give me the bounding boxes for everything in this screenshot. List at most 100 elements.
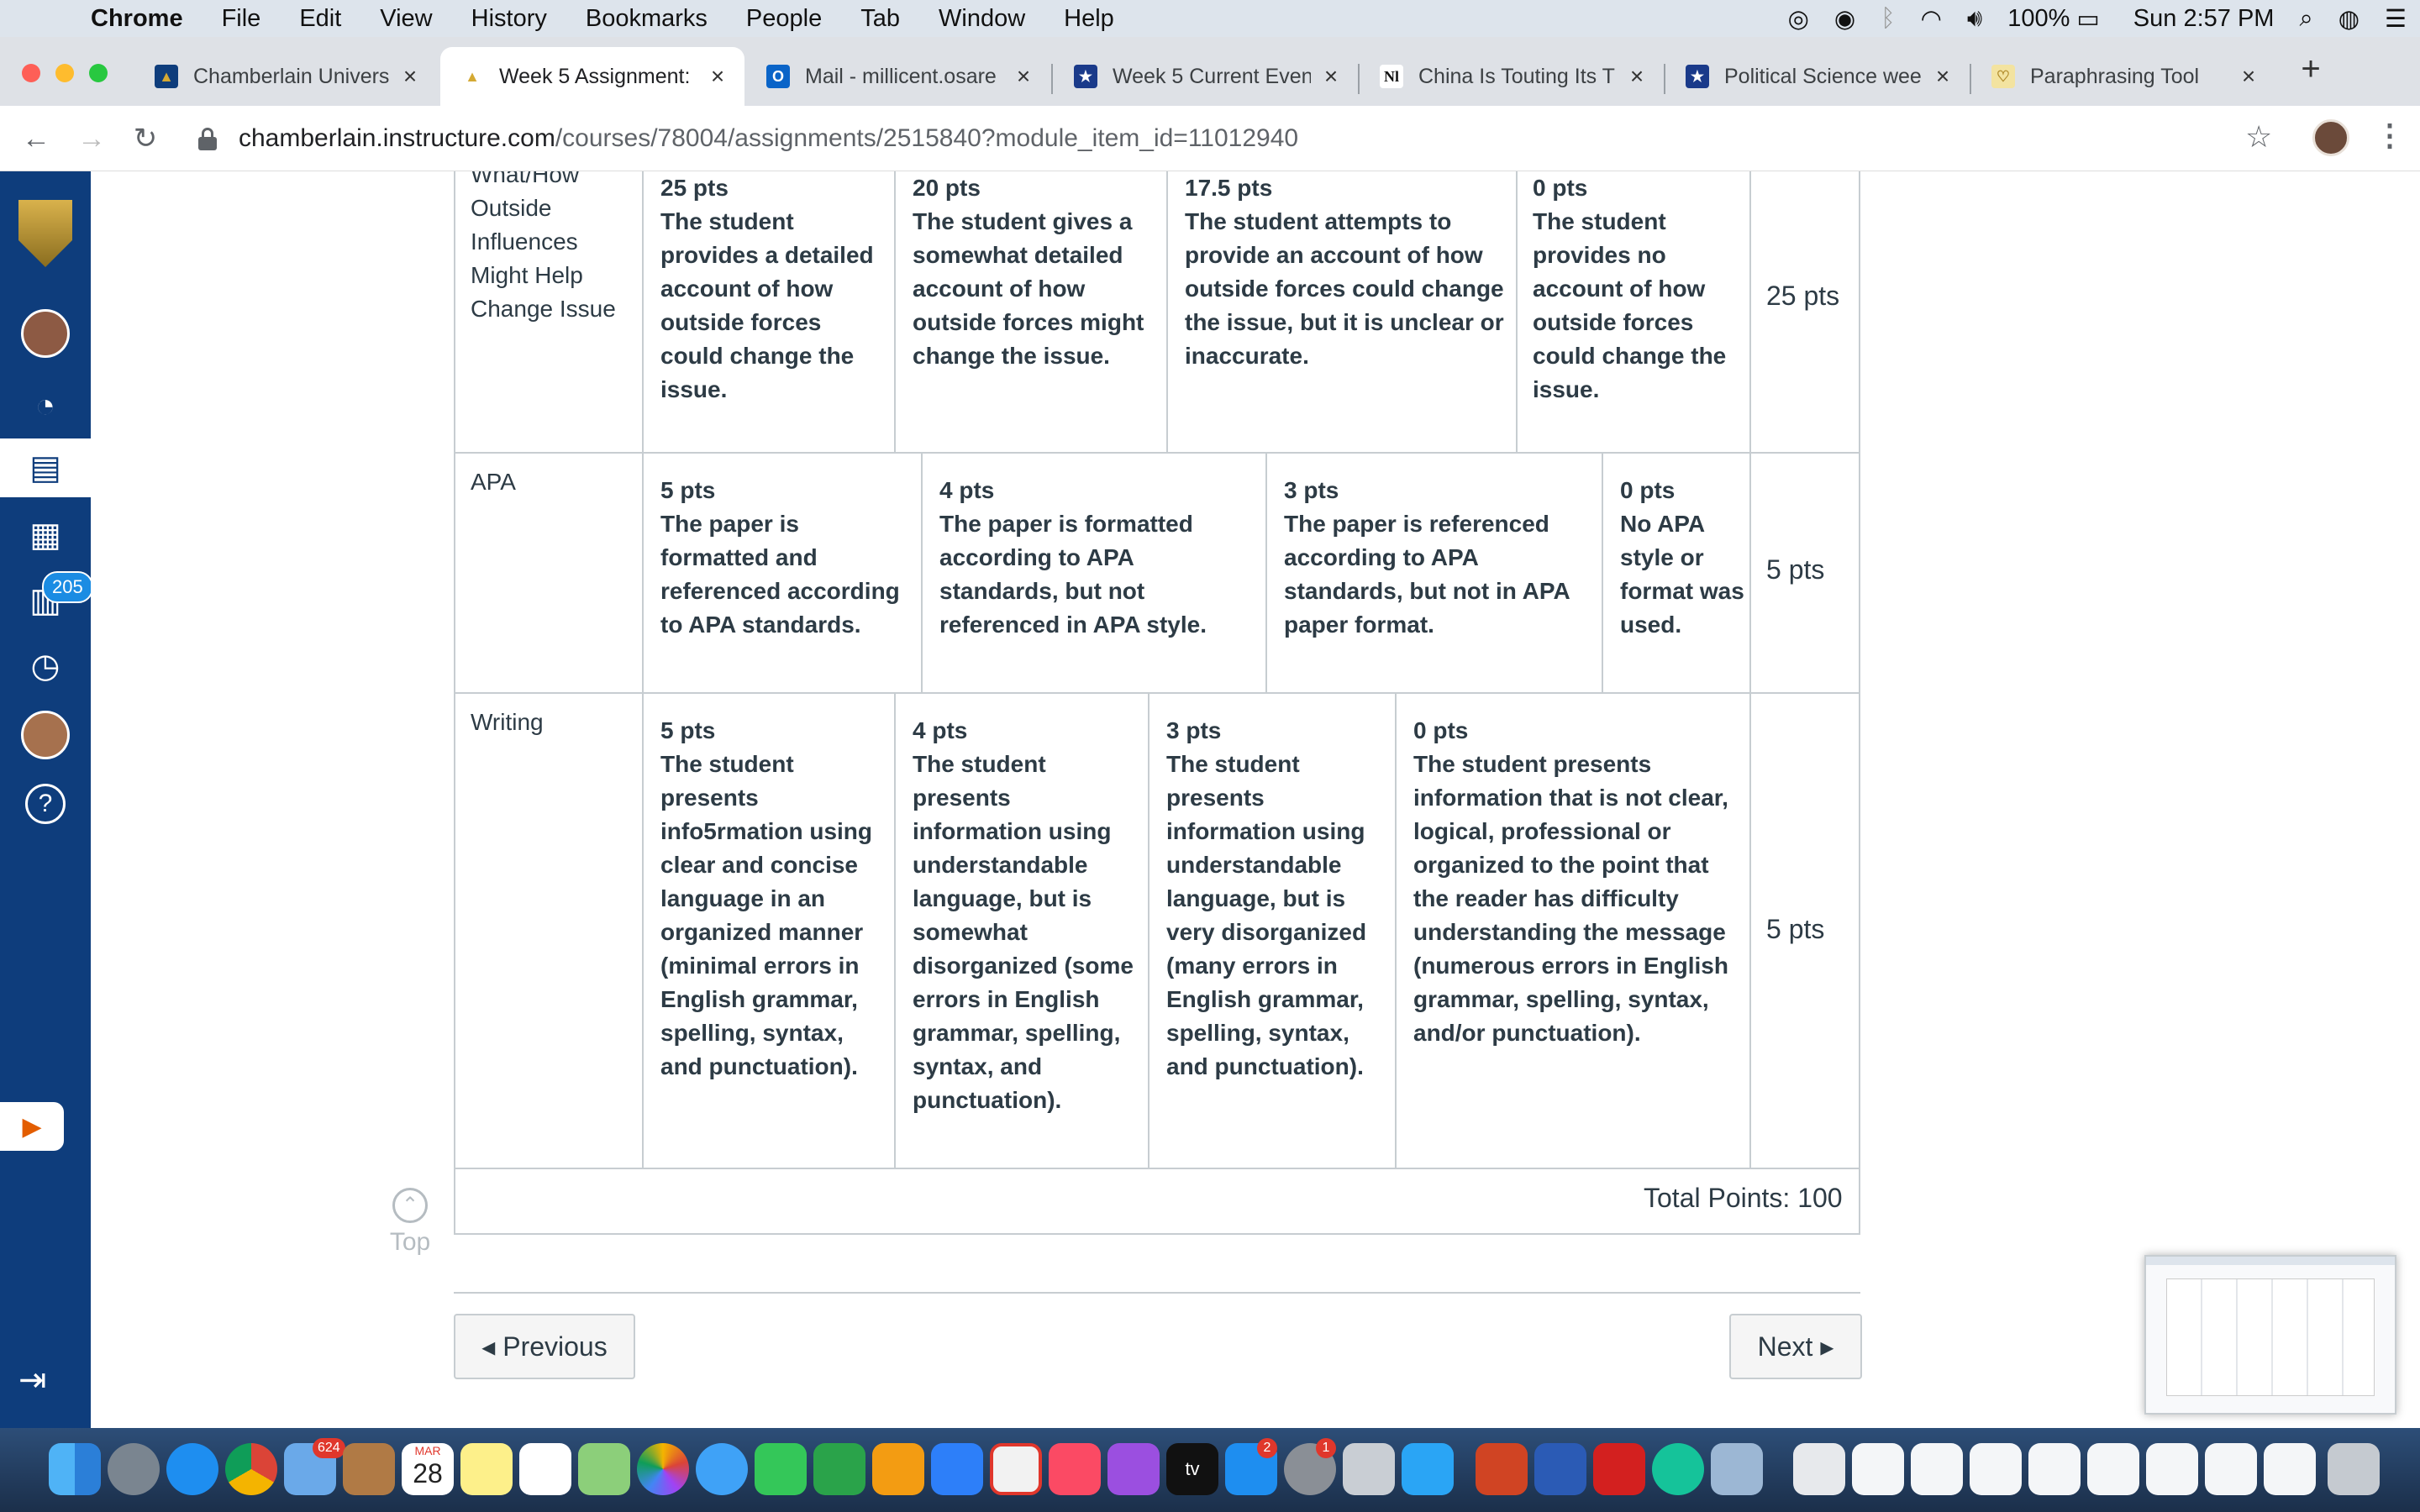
tab-close-icon[interactable]: × bbox=[708, 63, 728, 90]
apple-tv-icon[interactable]: tv bbox=[1166, 1443, 1218, 1495]
music-icon[interactable] bbox=[1049, 1443, 1101, 1495]
grammarly-icon[interactable] bbox=[1652, 1443, 1704, 1495]
tab-close-icon[interactable]: × bbox=[1933, 63, 1953, 90]
nav-help[interactable]: ? bbox=[0, 774, 91, 833]
browser-tab[interactable]: ♡ Paraphrasing Tool × bbox=[1971, 47, 2275, 106]
menu-clock[interactable]: Sun 2:57 PM bbox=[2133, 5, 2275, 33]
sync-icon[interactable]: ◉ bbox=[1834, 4, 1855, 34]
window-thumbnail-icon[interactable] bbox=[2146, 1443, 2198, 1495]
trash-icon[interactable] bbox=[2328, 1443, 2380, 1495]
safari-icon[interactable] bbox=[166, 1443, 218, 1495]
window-thumbnail-icon[interactable] bbox=[2028, 1443, 2081, 1495]
notes-icon[interactable] bbox=[460, 1443, 513, 1495]
tab-close-icon[interactable]: × bbox=[400, 63, 420, 90]
browser-tab[interactable]: Nl China Is Touting Its T × bbox=[1360, 47, 1664, 106]
menu-file[interactable]: File bbox=[222, 5, 261, 33]
collapse-nav-icon[interactable]: ⇥ bbox=[18, 1361, 47, 1399]
rating-cell: 3 pts The paper is referenced according … bbox=[1284, 474, 1595, 642]
window-thumbnail-icon[interactable] bbox=[2264, 1443, 2316, 1495]
preview-icon[interactable] bbox=[1711, 1443, 1763, 1495]
nav-history[interactable]: ◷ bbox=[0, 637, 91, 696]
creative-cloud-icon[interactable]: ◎ bbox=[1788, 4, 1809, 34]
rating-divider bbox=[1148, 694, 1150, 1169]
menu-view[interactable]: View bbox=[380, 5, 432, 33]
browser-tab[interactable]: O Mail - millicent.osare × bbox=[746, 47, 1050, 106]
podcasts-icon[interactable] bbox=[1107, 1443, 1160, 1495]
url-field[interactable]: chamberlain.instructure.com/courses/7800… bbox=[239, 124, 1298, 153]
nav-courses[interactable]: ▤ bbox=[0, 438, 91, 497]
menu-window[interactable]: Window bbox=[939, 5, 1025, 33]
menu-people[interactable]: People bbox=[746, 5, 822, 33]
numbers-icon[interactable] bbox=[813, 1443, 865, 1495]
school-logo[interactable] bbox=[18, 200, 72, 267]
siri-icon[interactable]: ◍ bbox=[2338, 4, 2360, 34]
contacts-icon[interactable] bbox=[343, 1443, 395, 1495]
facetime-icon[interactable] bbox=[755, 1443, 807, 1495]
messages-icon[interactable] bbox=[696, 1443, 748, 1495]
news-icon[interactable] bbox=[990, 1443, 1042, 1495]
bluetooth-icon[interactable]: ᛒ bbox=[1881, 5, 1895, 33]
maps-icon[interactable] bbox=[578, 1443, 630, 1495]
pages-icon[interactable] bbox=[872, 1443, 924, 1495]
reload-button[interactable]: ↻ bbox=[124, 118, 166, 160]
tour-play-button[interactable]: ▶ bbox=[0, 1102, 64, 1151]
menu-edit[interactable]: Edit bbox=[299, 5, 341, 33]
roblox-icon[interactable] bbox=[1343, 1443, 1395, 1495]
tab-close-icon[interactable]: × bbox=[1627, 63, 1647, 90]
menu-bookmarks[interactable]: Bookmarks bbox=[586, 5, 708, 33]
new-tab-button[interactable]: + bbox=[2294, 50, 2328, 88]
menu-tab[interactable]: Tab bbox=[860, 5, 900, 33]
browser-tab[interactable]: ★ Political Science wee × bbox=[1665, 47, 1970, 106]
battery-percent[interactable]: 100% bbox=[2007, 5, 2070, 33]
tab-close-icon[interactable]: × bbox=[2238, 63, 2259, 90]
browser-tab[interactable]: ▲ Chamberlain Univers × bbox=[134, 47, 437, 106]
screenshot-thumbnail[interactable] bbox=[2144, 1255, 2396, 1415]
back-button[interactable]: ← bbox=[15, 118, 57, 160]
browser-tab-active[interactable]: ▲ Week 5 Assignment: × bbox=[440, 47, 744, 106]
nav-account[interactable] bbox=[0, 304, 91, 363]
next-button[interactable]: Next ▸ bbox=[1729, 1314, 1862, 1379]
word-icon[interactable] bbox=[1534, 1443, 1586, 1495]
window-thumbnail-icon[interactable] bbox=[2205, 1443, 2257, 1495]
window-thumbnail-icon[interactable] bbox=[1911, 1443, 1963, 1495]
zoom-window-button[interactable] bbox=[89, 64, 108, 82]
finder-icon[interactable] bbox=[49, 1443, 101, 1495]
wifi-icon[interactable]: ◠ bbox=[1921, 4, 1942, 34]
back-to-top-button[interactable]: ⌃ Top bbox=[376, 1188, 444, 1257]
volume-icon[interactable]: 🔊︎ bbox=[1967, 5, 1982, 33]
reminders-icon[interactable] bbox=[519, 1443, 571, 1495]
forward-button[interactable]: → bbox=[71, 118, 113, 160]
acrobat-icon[interactable] bbox=[1593, 1443, 1645, 1495]
window-thumbnail-icon[interactable] bbox=[1970, 1443, 2022, 1495]
window-thumbnail-icon[interactable] bbox=[2087, 1443, 2139, 1495]
nav-calendar[interactable]: ▦ bbox=[0, 506, 91, 564]
spotlight-icon[interactable]: ⌕ bbox=[2299, 5, 2312, 33]
lock-icon[interactable] bbox=[198, 128, 217, 150]
menu-help[interactable]: Help bbox=[1064, 5, 1114, 33]
window-thumbnail-icon[interactable] bbox=[1852, 1443, 1904, 1495]
photos-icon[interactable] bbox=[637, 1443, 689, 1495]
roblox-studio-icon[interactable] bbox=[1402, 1443, 1454, 1495]
launchpad-icon[interactable] bbox=[108, 1443, 160, 1495]
battery-icon[interactable]: ▭ bbox=[2076, 4, 2099, 34]
browser-tab[interactable]: ★ Week 5 Current Even × bbox=[1054, 47, 1358, 106]
profile-avatar[interactable] bbox=[2312, 119, 2349, 156]
minimize-window-button[interactable] bbox=[55, 64, 74, 82]
calendar-icon: ▦ bbox=[29, 517, 61, 554]
calendar-icon[interactable]: MAR 28 bbox=[402, 1443, 454, 1495]
menu-app-name[interactable]: Chrome bbox=[91, 5, 183, 33]
powerpoint-icon[interactable] bbox=[1476, 1443, 1528, 1495]
keynote-icon[interactable] bbox=[931, 1443, 983, 1495]
previous-button[interactable]: ◂ Previous bbox=[454, 1314, 635, 1379]
notification-center-icon[interactable]: ☰ bbox=[2385, 4, 2407, 34]
nav-profile[interactable] bbox=[0, 706, 91, 764]
menu-history[interactable]: History bbox=[471, 5, 547, 33]
bookmark-star-icon[interactable]: ☆ bbox=[2245, 119, 2272, 155]
tab-close-icon[interactable]: × bbox=[1321, 63, 1341, 90]
close-window-button[interactable] bbox=[22, 64, 40, 82]
nav-dashboard[interactable]: ◔ bbox=[0, 376, 91, 435]
tab-close-icon[interactable]: × bbox=[1013, 63, 1034, 90]
chrome-icon[interactable] bbox=[225, 1443, 277, 1495]
document-stack-icon[interactable] bbox=[1793, 1443, 1845, 1495]
chrome-menu-icon[interactable]: ⋮ bbox=[2375, 118, 2405, 153]
